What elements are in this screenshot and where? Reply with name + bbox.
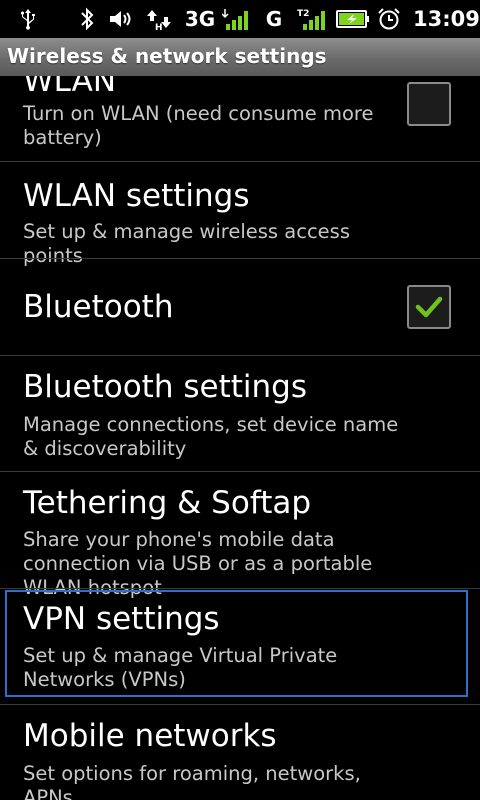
signal-icon-2: T2: [297, 7, 329, 31]
list-item-title: WLAN: [23, 76, 117, 99]
alarm-icon: [376, 7, 402, 31]
list-item-title: Bluetooth: [23, 289, 174, 325]
network-type-g: G: [265, 7, 283, 31]
list-item-summary: Manage connections, set device name & di…: [23, 413, 399, 460]
list-item-title: Mobile networks: [23, 718, 277, 754]
list-item-wlan[interactable]: WLAN Turn on WLAN (need consume more bat…: [0, 76, 480, 162]
svg-text:H: H: [155, 23, 163, 31]
usb-icon: [15, 7, 41, 31]
list-item-title: Tethering & Softap: [23, 485, 312, 521]
list-item-summary: Turn on WLAN (need consume more battery): [23, 102, 374, 149]
list-item-summary: Set options for roaming, networks, APNs: [23, 762, 361, 800]
battery-charging-icon: [336, 7, 370, 31]
list-item-tethering[interactable]: Tethering & Softap Share your phone's mo…: [0, 472, 480, 599]
bluetooth-checkbox[interactable]: [407, 285, 451, 329]
list-item-bluetooth-settings[interactable]: Bluetooth settings Manage connections, s…: [0, 356, 480, 471]
wlan-checkbox[interactable]: [407, 82, 451, 126]
list-item-vpn-settings[interactable]: VPN settings Set up & manage Virtual Pri…: [0, 590, 480, 697]
list-item-title: VPN settings: [23, 601, 220, 637]
list-item-mobile-networks[interactable]: Mobile networks Set options for roaming,…: [0, 705, 480, 800]
checkmark-icon: [415, 296, 443, 318]
data-transfer-icon: H: [146, 7, 174, 31]
status-clock: 13:09: [413, 7, 480, 31]
settings-list[interactable]: WLAN Turn on WLAN (need consume more bat…: [0, 76, 480, 800]
list-item-bluetooth[interactable]: Bluetooth: [0, 259, 480, 355]
list-item-title: WLAN settings: [23, 178, 250, 214]
svg-text:T2: T2: [297, 9, 309, 19]
volume-icon: [108, 7, 136, 31]
signal-icon: [222, 7, 252, 31]
network-type-3g: 3G: [184, 7, 216, 31]
list-item-wlan-settings[interactable]: WLAN settings Set up & manage wireless a…: [0, 162, 480, 267]
list-item-summary: Set up & manage Virtual Private Networks…: [23, 644, 338, 691]
status-bar: H 3G G T2 13:09: [0, 0, 480, 38]
title-bar: Wireless & network settings: [0, 38, 480, 76]
divider: [0, 588, 480, 589]
list-item-title: Bluetooth settings: [23, 369, 307, 405]
page-title: Wireless & network settings: [7, 44, 327, 68]
bluetooth-icon: [76, 7, 98, 31]
